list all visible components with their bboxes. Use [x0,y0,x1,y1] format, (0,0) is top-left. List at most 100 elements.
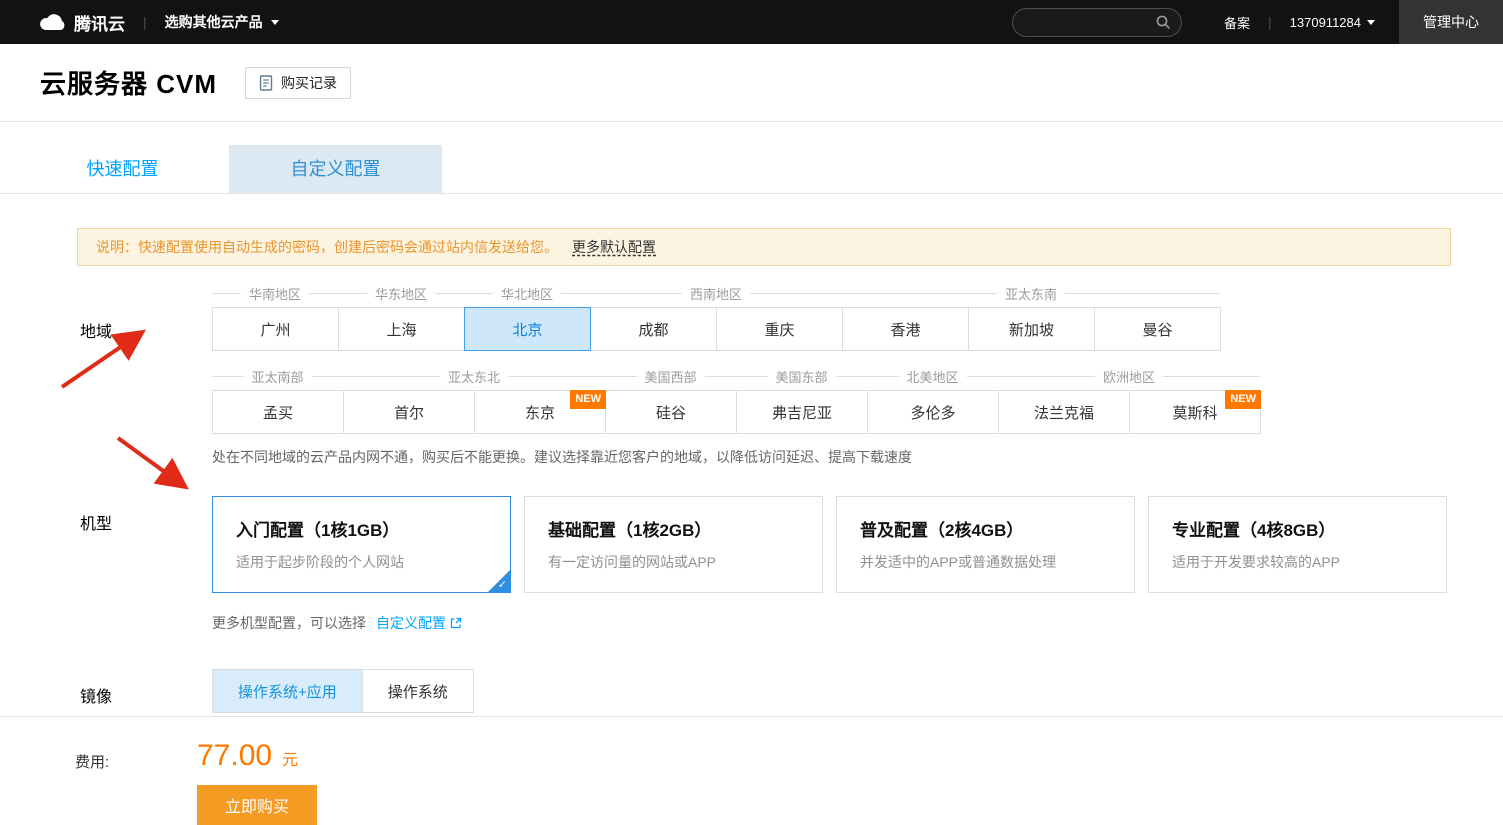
region-group-title: 西南地区 [690,286,743,302]
region-button-chongqing[interactable]: 重庆 [716,307,843,351]
region-group-row-1: 华南地区 广州 华东地区 上海 华北地区 北京 西南地区 成都 重庆 亚太东南 … [212,286,1260,351]
region-group-title: 北美地区 [906,369,959,385]
search-input[interactable] [1023,14,1155,30]
region-button-hongkong[interactable]: 香港 [842,307,969,351]
instance-card-title: 基础配置（1核2GB） [548,521,712,540]
instance-type-label: 机型 [80,516,113,533]
region-button-toronto[interactable]: 多伦多 [867,390,999,434]
region-button-moscow[interactable]: 莫斯科 NEW [1129,390,1261,434]
region-button-bangkok[interactable]: 曼谷 [1094,307,1221,351]
region-button-shanghai[interactable]: 上海 [338,307,465,351]
caret-down-icon [1367,19,1375,25]
region-group-title: 亚太南部 [251,369,304,385]
instance-card-title: 普及配置（2核4GB） [860,521,1024,540]
instance-card-popular[interactable]: 普及配置（2核4GB） 并发适中的APP或普通数据处理 [836,496,1135,593]
check-icon: ✓ [497,579,507,591]
image-option-os-plus-app[interactable]: 操作系统+应用 [212,669,363,713]
management-console-button[interactable]: 管理中心 [1399,0,1503,44]
region-button-frankfurt[interactable]: 法兰克福 [998,390,1130,434]
custom-config-link[interactable]: 自定义配置 [376,613,462,633]
caret-down-icon [270,19,279,25]
image-section: 镜像 操作系统+应用 操作系统 [80,669,1503,713]
topbar-divider: | [143,14,147,30]
region-group-title: 欧洲地区 [1103,369,1156,385]
region-button-guangzhou[interactable]: 广州 [212,307,339,351]
region-group-title: 华南地区 [249,286,302,302]
region-group-us-east: 美国东部 弗吉尼亚 [736,369,868,434]
account-menu[interactable]: 1370911284 [1290,15,1375,30]
region-group-south-china: 华南地区 广州 [212,286,339,351]
instance-card-starter[interactable]: 入门配置（1核1GB） 适用于起步阶段的个人网站 ✓ [212,496,511,593]
page-header: 云服务器 CVM 购买记录 [0,44,1503,122]
instance-card-desc: 适用于起步阶段的个人网站 [236,554,404,570]
fee-label: 费用: [75,754,110,771]
topbar-search-box[interactable] [1012,7,1182,37]
purchase-history-label: 购买记录 [281,74,338,91]
region-group-north-china: 华北地区 北京 [464,286,591,351]
instance-card-desc: 有一定访问量的网站或APP [548,554,717,570]
new-badge: NEW [570,390,606,409]
region-button-chengdu[interactable]: 成都 [590,307,717,351]
instance-type-section: 机型 入门配置（1核1GB） 适用于起步阶段的个人网站 ✓ 基础配置（1核2GB… [80,496,1503,593]
more-config-text: 更多机型配置，可以选择 [212,615,366,631]
tencent-cloud-logo[interactable]: 腾讯云 [38,10,125,35]
region-group-north-america: 北美地区 多伦多 [867,369,999,434]
currency-label: 元 [282,752,299,769]
instance-cards: 入门配置（1核1GB） 适用于起步阶段的个人网站 ✓ 基础配置（1核2GB） 有… [212,496,1447,593]
region-button-tokyo[interactable]: 东京 NEW [474,390,606,434]
instance-card-desc: 适用于开发要求较高的APP [1172,554,1341,570]
tab-custom-config[interactable]: 自定义配置 [229,145,442,193]
config-tabstrip: 快速配置 自定义配置 [0,145,1503,194]
buy-now-button[interactable]: 立即购买 [197,785,317,825]
other-products-label: 选购其他云产品 [164,14,263,30]
purchase-footer: 费用: 77.00 元 立即购买 [0,716,1503,825]
region-note: 处在不同地域的云产品内网不通，购买后不能更换。建议选择靠近您客户的地域，以降低访… [212,449,912,465]
instance-card-desc: 并发适中的APP或普通数据处理 [860,554,1057,570]
instance-card-title: 入门配置（1核1GB） [236,521,400,540]
topbar-divider: | [1268,14,1272,30]
region-button-seoul[interactable]: 首尔 [343,390,475,434]
region-group-northeast-asia: 亚太东北 首尔 东京 NEW [343,369,606,434]
instance-card-title: 专业配置（4核8GB） [1172,521,1336,540]
region-group-title: 美国西部 [644,369,697,385]
region-button-singapore[interactable]: 新加坡 [968,307,1095,351]
beian-link[interactable]: 备案 [1224,13,1250,32]
image-options: 操作系统+应用 操作系统 [212,669,474,713]
region-group-title: 美国东部 [775,369,828,385]
price-value: 77.00 [197,739,273,772]
purchase-history-button[interactable]: 购买记录 [245,66,352,99]
search-icon[interactable] [1155,14,1171,30]
region-section: 地域 华南地区 广州 华东地区 上海 华北地区 北京 西南地区 成都 重庆 亚太… [80,286,1503,467]
region-button-beijing[interactable]: 北京 [464,307,591,351]
region-group-row-2: 亚太南部 孟买 亚太东北 首尔 东京 NEW 美国西部 硅谷 美国东部 弗吉尼亚… [212,369,1261,434]
region-group-south-asia: 亚太南部 孟买 [212,369,344,434]
tab-quick-config[interactable]: 快速配置 [28,145,217,193]
region-group-title: 华东地区 [375,286,428,302]
account-id: 1370911284 [1289,14,1361,30]
region-group-title: 亚太东北 [448,369,501,385]
purchase-record-icon [259,74,273,91]
page-title: 云服务器 CVM [40,69,218,99]
instance-card-professional[interactable]: 专业配置（4核8GB） 适用于开发要求较高的APP [1148,496,1447,593]
region-group-southeast-asia: 亚太东南 香港 新加坡 曼谷 [842,286,1221,351]
image-label: 镜像 [80,689,113,706]
region-group-title: 亚太东南 [1005,286,1058,302]
instance-card-basic[interactable]: 基础配置（1核2GB） 有一定访问量的网站或APP [524,496,823,593]
custom-config-link-label: 自定义配置 [376,615,446,631]
region-button-virginia[interactable]: 弗吉尼亚 [736,390,868,434]
region-label: 地域 [80,324,113,341]
brand-text: 腾讯云 [74,14,125,34]
image-option-os[interactable]: 操作系统 [361,669,474,713]
external-link-icon [450,617,462,629]
other-products-menu[interactable]: 选购其他云产品 [165,12,279,32]
region-group-southwest-china: 西南地区 成都 重庆 [590,286,843,351]
more-default-config-link[interactable]: 更多默认配置 [572,237,656,257]
region-button-mumbai[interactable]: 孟买 [212,390,344,434]
region-group-east-china: 华东地区 上海 [338,286,465,351]
region-button-label: 东京 [524,404,555,422]
new-badge: NEW [1225,390,1261,409]
notice-text: 说明：快速配置使用自动生成的密码，创建后密码会通过站内信发送给您。 [96,239,558,255]
more-config-row: 更多机型配置，可以选择 自定义配置 [212,613,1503,633]
notice-bar: 说明：快速配置使用自动生成的密码，创建后密码会通过站内信发送给您。 更多默认配置 [77,228,1451,266]
region-button-silicon-valley[interactable]: 硅谷 [605,390,737,434]
